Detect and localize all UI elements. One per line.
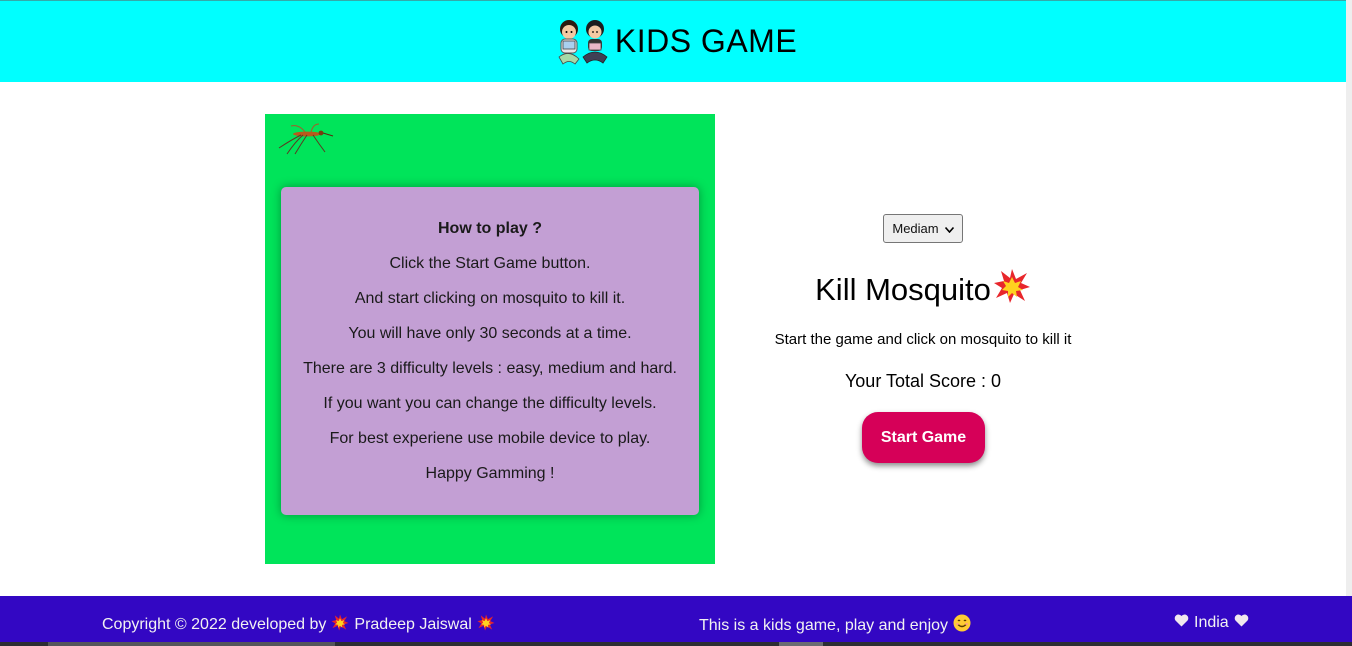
country-text: India bbox=[1194, 614, 1229, 631]
header: KIDS GAME bbox=[0, 0, 1352, 82]
footer-copyright: Copyright © 2022 developed by Pradeep Ja… bbox=[102, 614, 495, 636]
heart-icon bbox=[1234, 614, 1249, 632]
howto-line: If you want you can change the difficult… bbox=[323, 395, 657, 412]
kids-reading-icon bbox=[555, 17, 611, 67]
game-title: Kill Mosquito bbox=[760, 268, 1086, 312]
footer: Copyright © 2022 developed by Pradeep Ja… bbox=[0, 596, 1352, 646]
howto-line: Happy Gamming ! bbox=[425, 465, 555, 482]
start-game-button[interactable]: Start Game bbox=[862, 412, 985, 463]
chevron-down-icon bbox=[944, 221, 954, 236]
collision-icon bbox=[993, 268, 1031, 312]
page-title: KIDS GAME bbox=[614, 23, 798, 59]
howto-line: For best experiene use mobile device to … bbox=[329, 430, 651, 447]
game-area[interactable]: How to play ? Click the Start Game butto… bbox=[265, 114, 715, 564]
taskbar-item[interactable] bbox=[779, 642, 823, 646]
smiling-face-icon bbox=[953, 614, 971, 637]
collision-icon bbox=[477, 614, 495, 636]
game-subtitle: Start the game and click on mosquito to … bbox=[774, 331, 1072, 348]
heart-icon bbox=[1174, 614, 1189, 632]
taskbar-strip bbox=[0, 642, 1352, 646]
game-title-text: Kill Mosquito bbox=[815, 272, 991, 307]
difficulty-selected-value: Mediam bbox=[892, 221, 939, 236]
score-label: Your Total Score : 0 bbox=[844, 371, 1002, 391]
collision-icon bbox=[331, 614, 349, 636]
footer-tagline: This is a kids game, play and enjoy bbox=[699, 614, 971, 637]
how-to-play-title: How to play ? bbox=[438, 220, 542, 237]
mosquito-icon[interactable] bbox=[277, 122, 337, 161]
howto-line: And start clicking on mosquito to kill i… bbox=[354, 290, 626, 307]
difficulty-select[interactable]: Mediam bbox=[883, 214, 963, 243]
copyright-text: Copyright © 2022 developed by bbox=[102, 616, 327, 633]
scrollbar[interactable] bbox=[1346, 0, 1352, 596]
taskbar-item[interactable] bbox=[48, 642, 335, 646]
howto-line: There are 3 difficulty levels : easy, me… bbox=[303, 360, 677, 377]
howto-line: You will have only 30 seconds at a time. bbox=[348, 325, 632, 342]
how-to-play-panel: How to play ? Click the Start Game butto… bbox=[281, 187, 699, 515]
howto-line: Click the Start Game button. bbox=[389, 255, 591, 272]
footer-country: India bbox=[1174, 614, 1249, 632]
author-name: Pradeep Jaiswal bbox=[354, 616, 472, 633]
tagline-text: This is a kids game, play and enjoy bbox=[699, 616, 949, 634]
